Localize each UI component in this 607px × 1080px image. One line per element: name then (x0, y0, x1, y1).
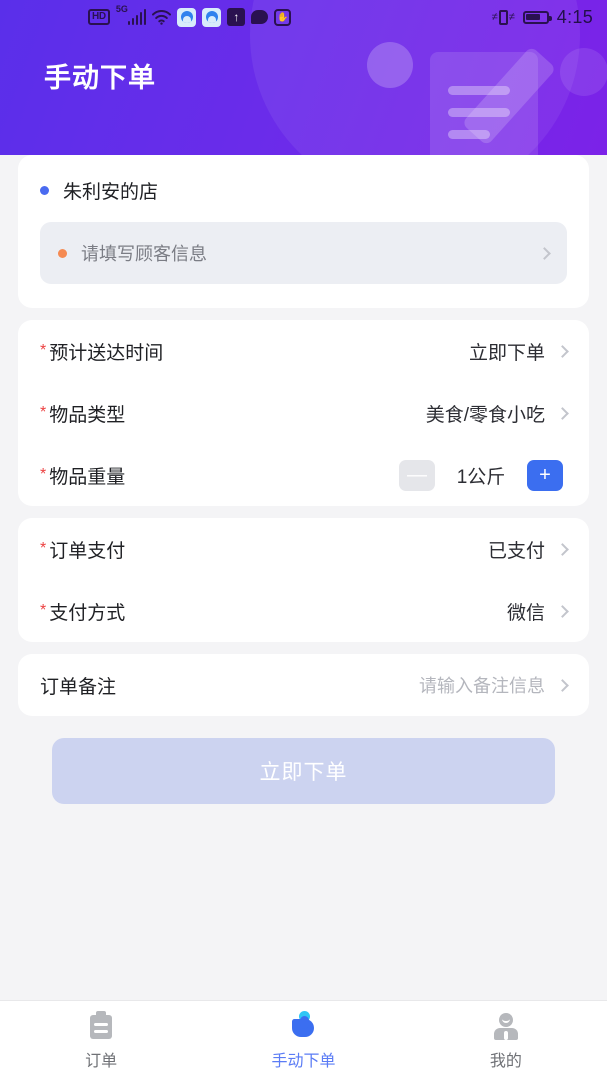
tap-hand-icon (288, 1010, 318, 1041)
hexagon-hand-icon: ✋ (274, 8, 292, 26)
remark-placeholder: 请输入备注信息 (419, 676, 545, 696)
row-label: 物品重量 (49, 466, 126, 488)
chat-bubble-icon (251, 10, 269, 24)
weight-increase-button[interactable]: + (527, 459, 563, 491)
hd-badge-icon: HD (88, 9, 110, 25)
app-screen: HD 5G ↑ ✋ ≠ ≠ 4:15 手动下单 朱利安的店 请填写顾客信息 * … (0, 0, 607, 1080)
row-value: 立即下单 (468, 342, 545, 364)
required-mark: * (40, 466, 47, 483)
tab-label: 我的 (489, 1052, 522, 1070)
chevron-right-icon (556, 344, 569, 358)
row-label: 支付方式 (49, 602, 126, 624)
submit-order-button[interactable]: 立即下单 (52, 738, 555, 804)
row-item-weight: * 物品重量 — 1公斤 + (40, 444, 567, 506)
store-name: 朱利安的店 (63, 182, 159, 203)
tab-label: 手动下单 (271, 1052, 336, 1070)
row-value: 微信 (506, 602, 545, 624)
required-mark: * (40, 342, 47, 359)
row-item-type[interactable]: * 物品类型 美食/零食小吃 (40, 382, 569, 444)
battery-icon (522, 10, 552, 24)
page-title: 手动下单 (44, 63, 156, 93)
row-order-payment[interactable]: * 订单支付 已支付 (40, 518, 569, 580)
status-bar-right-icons: ≠ ≠ 4:15 (492, 7, 593, 28)
remark-card: 订单备注 请输入备注信息 (18, 654, 589, 716)
main-content: 朱利安的店 请填写顾客信息 * 预计送达时间 立即下单 * 物品类型 美食/零食… (0, 155, 607, 1000)
store-card: 朱利安的店 请填写顾客信息 (18, 155, 589, 308)
status-bar-left-icons: HD 5G ↑ ✋ (88, 4, 292, 27)
customer-info-row[interactable]: 请填写顾客信息 (40, 222, 567, 284)
row-payment-method[interactable]: * 支付方式 微信 (40, 580, 569, 642)
chevron-right-icon (556, 604, 569, 618)
chevron-right-icon (556, 406, 569, 420)
weight-value: 1公斤 (456, 466, 506, 488)
vibrate-icon: ≠ ≠ (491, 9, 515, 25)
tab-label: 订单 (85, 1052, 118, 1070)
tab-orders[interactable]: 订单 (0, 1010, 202, 1071)
delivery-card: * 预计送达时间 立即下单 * 物品类型 美食/零食小吃 * 物品重量 — 1公… (18, 320, 589, 506)
signal-5g-icon: 5G (116, 4, 147, 25)
tab-profile[interactable]: 我的 (405, 1011, 607, 1071)
wifi-icon (152, 9, 172, 25)
person-icon (491, 1011, 521, 1041)
upload-arrow-icon: ↑ (227, 8, 246, 26)
customer-dot-icon (58, 248, 67, 258)
chevron-right-icon (556, 542, 569, 556)
chevron-right-icon (538, 246, 551, 260)
tab-manual-order[interactable]: 手动下单 (202, 1010, 404, 1071)
status-bar: HD 5G ↑ ✋ ≠ ≠ 4:15 (0, 0, 607, 34)
row-value: 已支付 (487, 540, 545, 562)
row-label: 预计送达时间 (49, 342, 164, 364)
row-label: 订单备注 (40, 676, 117, 698)
required-mark: * (40, 602, 47, 619)
customer-info-placeholder: 请填写顾客信息 (81, 244, 207, 264)
chevron-right-icon (556, 678, 569, 692)
row-label: 物品类型 (49, 404, 126, 426)
row-order-remark[interactable]: 订单备注 请输入备注信息 (40, 654, 569, 716)
page-header: HD 5G ↑ ✋ ≠ ≠ 4:15 手动下单 (0, 0, 607, 175)
required-mark: * (40, 540, 47, 557)
row-label: 订单支付 (49, 540, 126, 562)
store-row[interactable]: 朱利安的店 (40, 177, 567, 204)
row-expected-delivery-time[interactable]: * 预计送达时间 立即下单 (40, 320, 569, 382)
required-mark: * (40, 404, 47, 421)
weight-decrease-button[interactable]: — (399, 459, 435, 491)
weight-stepper: — 1公斤 + (399, 459, 563, 491)
row-value: 美食/零食小吃 (425, 404, 545, 426)
bottom-tab-bar: 订单 手动下单 我的 (0, 1000, 607, 1080)
app-circle-icon (202, 7, 222, 27)
status-bar-clock: 4:15 (556, 6, 593, 27)
app-circle-icon (177, 7, 197, 27)
clipboard-icon (86, 1010, 116, 1041)
payment-card: * 订单支付 已支付 * 支付方式 微信 (18, 518, 589, 642)
store-dot-icon (40, 186, 49, 195)
